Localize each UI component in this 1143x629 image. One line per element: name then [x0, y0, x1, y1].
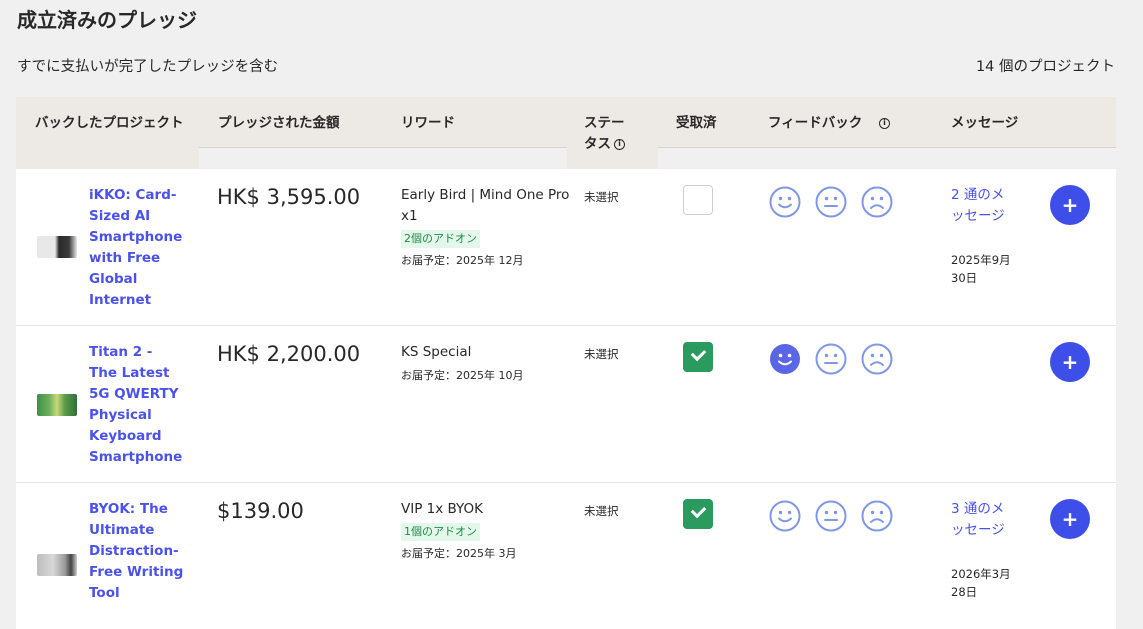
reward-title: KS Special	[401, 344, 472, 360]
reward-cell: VIP 1x BYOK 1個のアドオン お届予定：2025年 3月	[401, 499, 571, 561]
header-received: 受取済	[676, 115, 717, 131]
info-circle-icon[interactable]: i	[878, 117, 890, 129]
messages-link[interactable]: 2 通のメッセージ	[951, 185, 1013, 227]
pledge-amount: $139.00	[217, 499, 304, 523]
pledge-amount: HK$ 3,595.00	[217, 185, 361, 209]
status-text: 未選択	[584, 347, 619, 361]
table-row: BYOK: The Ultimate Distraction-Free Writ…	[16, 483, 1116, 629]
addon-badge: 1個のアドオン	[401, 523, 480, 541]
status-text: 未選択	[584, 504, 619, 518]
smiley-face-icon[interactable]	[769, 500, 801, 532]
sad-face-icon[interactable]	[861, 186, 893, 218]
project-link[interactable]: iKKO: Card-Sized AI Smartphone with Free…	[89, 185, 184, 311]
received-checkbox[interactable]	[683, 499, 713, 529]
plus-icon: +	[1061, 350, 1079, 374]
plus-icon: +	[1061, 193, 1079, 217]
header-reward: リワード	[401, 115, 455, 131]
neutral-face-icon[interactable]	[815, 500, 847, 532]
project-thumbnail[interactable]	[37, 554, 77, 576]
add-button[interactable]: +	[1050, 499, 1090, 539]
project-count: 14 個のプロジェクト	[975, 59, 1115, 75]
add-button[interactable]: +	[1050, 342, 1090, 382]
message-date: 2025年9月30日	[951, 253, 1011, 285]
addon-badge: 2個のアドオン	[401, 230, 480, 248]
header-project: バックしたプロジェクト	[35, 115, 184, 131]
neutral-face-icon[interactable]	[815, 186, 847, 218]
header-amount: プレッジされた金額	[218, 115, 340, 131]
header-feedback: フィードバック i	[768, 113, 890, 134]
project-thumbnail[interactable]	[37, 394, 77, 416]
sad-face-icon[interactable]	[861, 500, 893, 532]
delivery-estimate: お届予定：2025年 10月	[401, 369, 524, 382]
smiley-face-icon[interactable]	[769, 343, 801, 375]
status-text: 未選択	[584, 190, 619, 204]
message-date: 2026年3月28日	[951, 567, 1011, 599]
reward-title: Early Bird | Mind One Pro x1	[401, 187, 570, 224]
table-row: iKKO: Card-Sized AI Smartphone with Free…	[16, 169, 1116, 326]
reward-cell: Early Bird | Mind One Pro x1 2個のアドオン お届予…	[401, 185, 571, 268]
project-link[interactable]: Titan 2 - The Latest 5G QWERTY Physical …	[89, 342, 184, 468]
header-messages: メッセージ	[951, 115, 1019, 131]
header-divider	[658, 148, 1116, 169]
project-link[interactable]: BYOK: The Ultimate Distraction-Free Writ…	[89, 499, 184, 604]
reward-title: VIP 1x BYOK	[401, 501, 484, 517]
delivery-estimate: お届予定：2025年 12月	[401, 254, 524, 267]
plus-icon: +	[1061, 507, 1079, 531]
header-divider	[199, 148, 567, 169]
neutral-face-icon[interactable]	[815, 343, 847, 375]
page-subtitle: すでに支払いが完了したプレッジを含む	[17, 59, 279, 75]
smiley-face-icon[interactable]	[769, 186, 801, 218]
reward-cell: KS Special お届予定：2025年 10月	[401, 342, 571, 383]
project-thumbnail[interactable]	[37, 236, 77, 258]
received-checkbox[interactable]	[683, 185, 713, 215]
table-row: Titan 2 - The Latest 5G QWERTY Physical …	[16, 326, 1116, 483]
page-title: 成立済みのプレッジ	[17, 8, 197, 32]
received-checkbox[interactable]	[683, 342, 713, 372]
header-status: ステータス i	[584, 113, 634, 155]
table-header: バックしたプロジェクト プレッジされた金額 リワード ステータス i 受取済 フィ…	[16, 97, 1116, 169]
info-circle-icon[interactable]: i	[614, 138, 625, 150]
messages-link[interactable]: 3 通のメッセージ	[951, 499, 1013, 541]
header-feedback-label: フィードバック	[768, 115, 863, 131]
delivery-estimate: お届予定：2025年 3月	[401, 547, 517, 560]
pledges-table: バックしたプロジェクト プレッジされた金額 リワード ステータス i 受取済 フィ…	[16, 97, 1116, 629]
pledge-amount: HK$ 2,200.00	[217, 342, 361, 366]
add-button[interactable]: +	[1050, 185, 1090, 225]
sad-face-icon[interactable]	[861, 343, 893, 375]
